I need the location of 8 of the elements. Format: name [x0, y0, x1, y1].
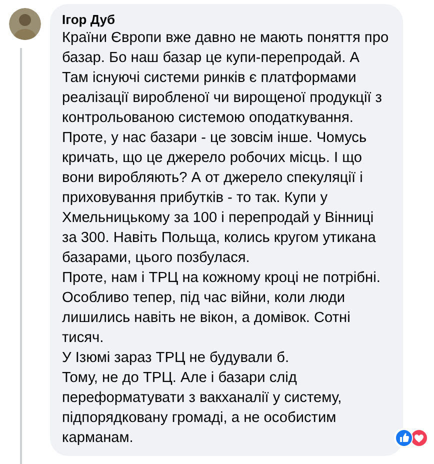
avatar[interactable] [9, 8, 41, 40]
comment-paragraph: Тому, не до ТРЦ. Але і базари слід переформатувати з вакханалії у систему, підпорядковану громаді, а не особистим карманам. [62, 369, 343, 448]
comment-paragraph: Країни Європи вже давно не мають поняття про базар. Бо наш базар це купи-перепродай. А Там існуючі системи ринків є платформами реалізації виробленої чи вирощеної продукції з контрольованою системою оподаткування. [62, 29, 390, 128]
comment-paragraph: Проте, нам і ТРЦ на кожному кроці не потрібні. [62, 269, 382, 288]
comment-paragraph: У Ізюмі зараз ТРЦ не будували б. [62, 349, 290, 368]
comment-paragraph: Проте, у нас базари - це зовсім інше. Чомусь кричать, що це джерело робочих місць. І що вони виробляють? А от джерело спекуляції і приховування прибутків - то так. Купи у Хмельницькому за 100 і перепродай у Вінниці за 300. Навіть Польща, колись кругом утикана базарами, цього позбулася. [62, 129, 377, 268]
comment-paragraph: Особливо тепер, під час війни, коли люди лишились навіть не вікон, а домівок. Сотні тисяч. [62, 289, 352, 348]
author-name[interactable]: Ігор Дуб [62, 12, 116, 28]
